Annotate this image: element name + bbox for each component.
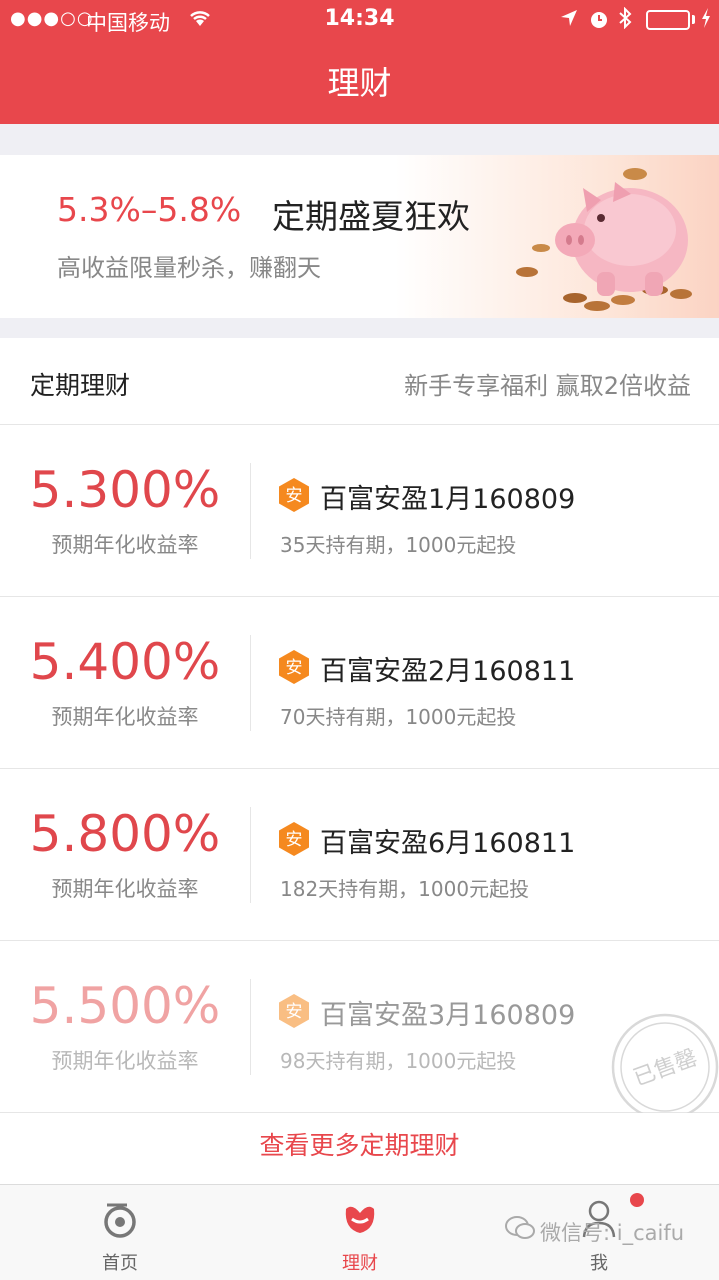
sold-out-text: 已售罄 <box>630 1045 701 1091</box>
product-row[interactable]: 5.800% 预期年化收益率 安 百富安盈6月160811 182天持有期，10… <box>0 769 719 941</box>
battery-tip <box>692 15 695 24</box>
battery-icon <box>646 10 690 30</box>
safe-badge-icon: 安 <box>279 650 309 684</box>
watermark-text: 微信号: i_caifu <box>540 1221 685 1245</box>
tab-label: 首页 <box>102 1253 138 1274</box>
product-rate: 5.300% <box>29 461 221 519</box>
product-desc: 70天持有期，1000元起投 <box>280 705 517 729</box>
page-title: 理财 <box>327 64 392 102</box>
row-divider <box>250 463 251 559</box>
product-rate: 5.400% <box>29 633 221 691</box>
tab-home[interactable]: 首页 <box>60 1185 180 1280</box>
status-time: 14:34 <box>324 6 395 31</box>
product-name: 百富安盈3月160809 <box>320 1000 576 1031</box>
product-rate: 5.500% <box>29 977 221 1035</box>
badge-text: 安 <box>286 830 303 850</box>
tab-label: 我 <box>590 1253 608 1274</box>
product-row[interactable]: 5.300% 预期年化收益率 安 百富安盈1月160809 35天持有期，100… <box>0 425 719 597</box>
tab-finance[interactable]: 理财 <box>300 1185 420 1280</box>
finance-icon <box>345 1206 375 1233</box>
tab-bar: 首页 理财 我 微信号: i_caifu <box>0 1184 719 1280</box>
badge-text: 安 <box>286 658 303 678</box>
safe-badge-icon: 安 <box>279 822 309 856</box>
wechat-icon <box>505 1216 535 1239</box>
tab-label: 理财 <box>342 1253 378 1274</box>
product-rate-label: 预期年化收益率 <box>51 533 199 557</box>
safe-badge-icon: 安 <box>279 994 309 1028</box>
home-icon <box>104 1203 136 1238</box>
status-bar: ●●●○○ 中国移动 14:34 <box>0 0 719 40</box>
product-rate-label: 预期年化收益率 <box>51 705 199 729</box>
alarm-clock-icon <box>591 12 607 28</box>
product-row[interactable]: 5.400% 预期年化收益率 安 百富安盈2月160811 70天持有期，100… <box>0 597 719 769</box>
product-name: 百富安盈2月160811 <box>320 656 576 687</box>
product-rate: 5.800% <box>29 805 221 863</box>
bluetooth-icon <box>619 7 632 29</box>
row-divider <box>250 979 251 1075</box>
product-desc: 182天持有期，1000元起投 <box>280 877 530 901</box>
product-name: 百富安盈6月160811 <box>320 828 576 859</box>
newbie-promo-link[interactable]: 新手专享福利 赢取2倍收益 <box>404 366 691 401</box>
banner-title: 定期盛夏狂欢 <box>272 197 470 236</box>
row-divider <box>250 807 251 903</box>
banner-subtitle: 高收益限量秒杀，赚翻天 <box>57 254 321 282</box>
piggy-bank-icon <box>516 168 692 311</box>
location-arrow-icon <box>561 10 577 26</box>
product-name: 百富安盈1月160809 <box>320 484 576 515</box>
banner-rate-range: 5.3%–5.8% <box>57 190 242 229</box>
notification-dot <box>630 1193 644 1207</box>
section-header[interactable]: 定期理财 新手专享福利 赢取2倍收益 <box>0 338 719 425</box>
top-bar: ●●●○○ 中国移动 14:34 理财 <box>0 0 719 124</box>
row-divider <box>250 635 251 731</box>
product-section: 定期理财 新手专享福利 赢取2倍收益 5.300% 预期年化收益率 安 百富安盈… <box>0 338 719 1184</box>
product-desc: 35天持有期，1000元起投 <box>280 533 517 557</box>
safe-badge-icon: 安 <box>279 478 309 512</box>
section-title: 定期理财 <box>30 371 131 400</box>
product-rate-label: 预期年化收益率 <box>51 877 199 901</box>
product-rate-label: 预期年化收益率 <box>51 1049 199 1073</box>
badge-text: 安 <box>286 1002 303 1022</box>
product-desc: 98天持有期，1000元起投 <box>280 1049 517 1073</box>
product-row-sold-out[interactable]: 5.500% 预期年化收益率 安 百富安盈3月160809 98天持有期，100… <box>0 941 719 1113</box>
charging-bolt-icon <box>702 8 710 28</box>
view-more-link[interactable]: 查看更多定期理财 <box>0 1126 719 1162</box>
badge-text: 安 <box>286 486 303 506</box>
sold-out-stamp: 已售罄 <box>611 1013 719 1113</box>
promo-banner[interactable]: 5.3%–5.8% 定期盛夏狂欢 高收益限量秒杀，赚翻天 <box>0 155 719 318</box>
